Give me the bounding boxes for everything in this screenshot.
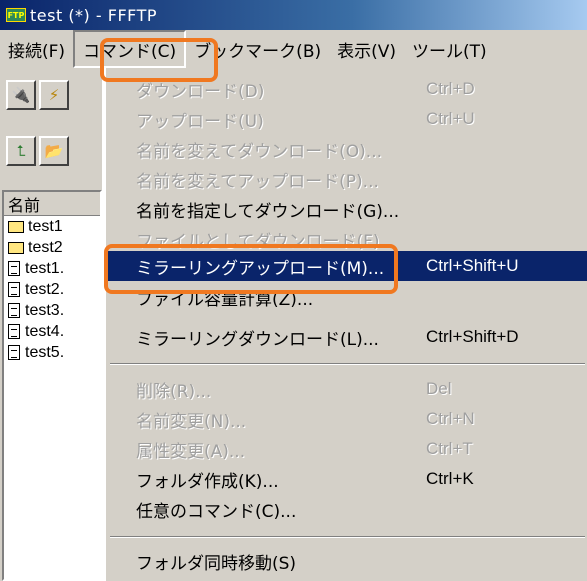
menu-item-rename-download[interactable]: 名前を変えてダウンロード(O)... (106, 134, 587, 164)
file-name: test4. (25, 322, 65, 340)
local-file-list[interactable]: 名前 test1 test2 test1. test2. test3. test… (2, 190, 102, 581)
open-folder-button[interactable]: 📂 (39, 136, 69, 166)
file-icon (8, 324, 20, 339)
menu-item-rename-upload[interactable]: 名前を変えてアップロード(P)... (106, 164, 587, 194)
file-icon (8, 303, 20, 318)
toolbar-row-1: 🔌 ⚡ (6, 80, 69, 110)
menu-item-upload[interactable]: アップロード(U) Ctrl+U (106, 104, 587, 134)
file-name: test1 (28, 217, 63, 235)
menu-item-sync-folder-move[interactable]: フォルダ同時移動(S) (106, 546, 587, 576)
file-name: test1. (25, 259, 65, 277)
highlight-ring-mirror-upload (104, 244, 398, 294)
menu-item-label: フォルダ同時移動(S) (136, 553, 297, 574)
menu-item-label: 名前を変えてダウンロード(O)... (136, 141, 383, 162)
menu-item-label: 任意のコマンド(C)... (136, 501, 297, 522)
menu-item-label: 属性変更(A)... (136, 441, 246, 462)
menu-item-shortcut: Ctrl+Shift+D (426, 327, 519, 346)
folder-icon (8, 220, 24, 233)
menu-item-label: アップロード(U) (136, 111, 264, 132)
list-item[interactable]: test2. (4, 279, 100, 300)
menu-item-custom-command[interactable]: 任意のコマンド(C)... (106, 494, 587, 524)
folder-up-icon: ⮤ (16, 142, 26, 160)
toolbar-row-2: ⮤ 📂 (6, 136, 69, 166)
menu-item-shortcut: Ctrl+N (426, 409, 475, 428)
list-item[interactable]: test3. (4, 300, 100, 321)
file-icon (8, 282, 20, 297)
menu-bar: 接続(F) コマンド(C) ブックマーク(B) 表示(V) ツール(T) (0, 30, 587, 68)
highlight-ring-command-menu (100, 38, 218, 82)
menu-item-label: 名前を変えてアップロード(P)... (136, 171, 379, 192)
menu-item-shortcut: Ctrl+T (426, 439, 473, 458)
menu-item-shortcut: Del (426, 379, 452, 398)
menu-item-label: 削除(R)... (136, 381, 212, 402)
title-bar: FTP test (*) - FFFTP (0, 0, 587, 30)
menu-separator (110, 363, 585, 365)
ffftp-app-icon: FTP (6, 8, 26, 22)
menu-item-shortcut: Ctrl+D (426, 79, 475, 98)
folder-up-button[interactable]: ⮤ (6, 136, 36, 166)
menu-tools[interactable]: ツール(T) (404, 30, 495, 68)
file-icon (8, 261, 20, 276)
file-name: test2 (28, 238, 63, 256)
menu-connect[interactable]: 接続(F) (0, 30, 73, 68)
list-item[interactable]: test4. (4, 321, 100, 342)
file-name: test5. (25, 343, 65, 361)
menu-item-rename[interactable]: 名前変更(N)... Ctrl+N (106, 404, 587, 434)
menu-item-shortcut: Ctrl+Shift+U (426, 256, 519, 275)
window-title: test (*) - FFFTP (30, 5, 157, 25)
menu-item-label: 名前を指定してダウンロード(G)... (136, 201, 400, 222)
menu-item-shortcut: Ctrl+K (426, 469, 474, 488)
menu-item-label: フォルダ作成(K)... (136, 471, 279, 492)
connect-button[interactable]: 🔌 (6, 80, 36, 110)
menu-item-change-attributes[interactable]: 属性変更(A)... Ctrl+T (106, 434, 587, 464)
menu-item-delete[interactable]: 削除(R)... Del (106, 374, 587, 404)
menu-view[interactable]: 表示(V) (329, 30, 404, 68)
list-item[interactable]: test5. (4, 342, 100, 363)
open-folder-icon: 📂 (44, 142, 64, 160)
menu-item-label: 名前変更(N)... (136, 411, 247, 432)
folder-icon (8, 241, 24, 254)
file-name: test2. (25, 280, 65, 298)
quick-connect-button[interactable]: ⚡ (39, 80, 69, 110)
column-header-name[interactable]: 名前 (4, 192, 100, 216)
menu-item-mirror-download[interactable]: ミラーリングダウンロード(L)... Ctrl+Shift+D (106, 322, 587, 352)
connect-plug-icon: 🔌 (11, 86, 31, 104)
command-dropdown-menu: ダウンロード(D) Ctrl+D アップロード(U) Ctrl+U 名前を変えて… (104, 68, 587, 581)
list-item[interactable]: test2 (4, 237, 100, 258)
quick-connect-icon: ⚡ (48, 86, 60, 104)
list-item[interactable]: test1 (4, 216, 100, 237)
menu-item-download-by-name[interactable]: 名前を指定してダウンロード(G)... (106, 194, 587, 224)
menu-item-make-folder[interactable]: フォルダ作成(K)... Ctrl+K (106, 464, 587, 494)
file-icon (8, 345, 20, 360)
menu-item-label: ミラーリングダウンロード(L)... (136, 329, 379, 350)
menu-separator (110, 536, 585, 538)
list-item[interactable]: test1. (4, 258, 100, 279)
local-pane: 🔌 ⚡ ⮤ 📂 名前 test1 test2 test1. test2. tes… (0, 68, 102, 581)
menu-item-shortcut: Ctrl+U (426, 109, 475, 128)
file-name: test3. (25, 301, 65, 319)
